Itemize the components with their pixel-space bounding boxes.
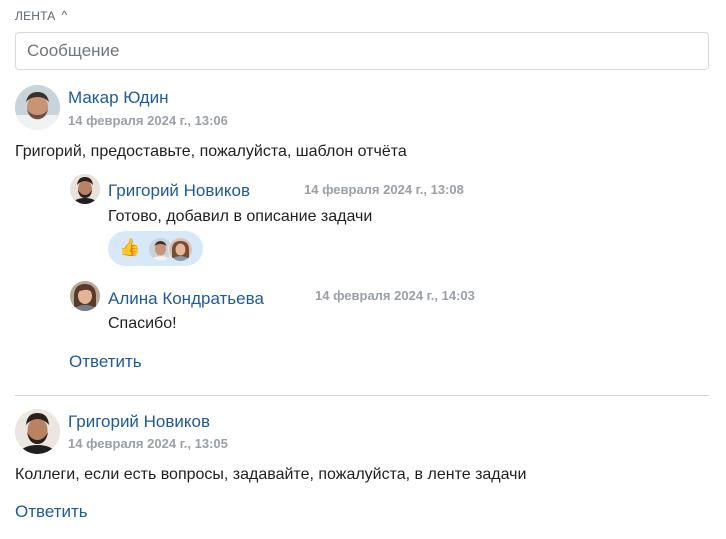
feed-section-header[interactable]: ЛЕНТА ^: [15, 8, 67, 23]
post-text: Григорий, предоставьте, пожалуйста, шабл…: [15, 143, 407, 160]
comment-text: Спасибо!: [108, 315, 177, 332]
reply-button[interactable]: Ответить: [15, 502, 88, 522]
post-text: Коллеги, если есть вопросы, задавайте, п…: [15, 466, 527, 483]
post-date: 14 февраля 2024 г., 13:05: [68, 436, 228, 451]
reaction-badge[interactable]: 👍: [108, 231, 203, 266]
comment-date: 14 февраля 2024 г., 14:03: [315, 288, 475, 303]
post-date: 14 февраля 2024 г., 13:06: [68, 113, 228, 128]
message-input[interactable]: [15, 32, 709, 70]
avatar[interactable]: [15, 409, 60, 454]
thumbs-up-icon: 👍: [119, 238, 141, 257]
feed-section-title: ЛЕНТА: [15, 9, 56, 23]
comment-author-link[interactable]: Алина Кондратьева: [108, 289, 264, 309]
divider: [15, 395, 709, 396]
chevron-up-icon[interactable]: ^: [61, 8, 67, 22]
comment-text: Готово, добавил в описание задачи: [108, 208, 373, 225]
avatar[interactable]: [15, 85, 60, 130]
avatar[interactable]: [70, 281, 100, 311]
comment-author-link[interactable]: Григорий Новиков: [108, 181, 250, 201]
reply-button[interactable]: Ответить: [69, 352, 142, 372]
post-author-link[interactable]: Макар Юдин: [68, 88, 168, 108]
post-author-link[interactable]: Григорий Новиков: [68, 412, 210, 432]
avatar[interactable]: [70, 174, 100, 204]
reaction-avatar: [168, 237, 193, 262]
comment-date: 14 февраля 2024 г., 13:08: [304, 182, 464, 197]
